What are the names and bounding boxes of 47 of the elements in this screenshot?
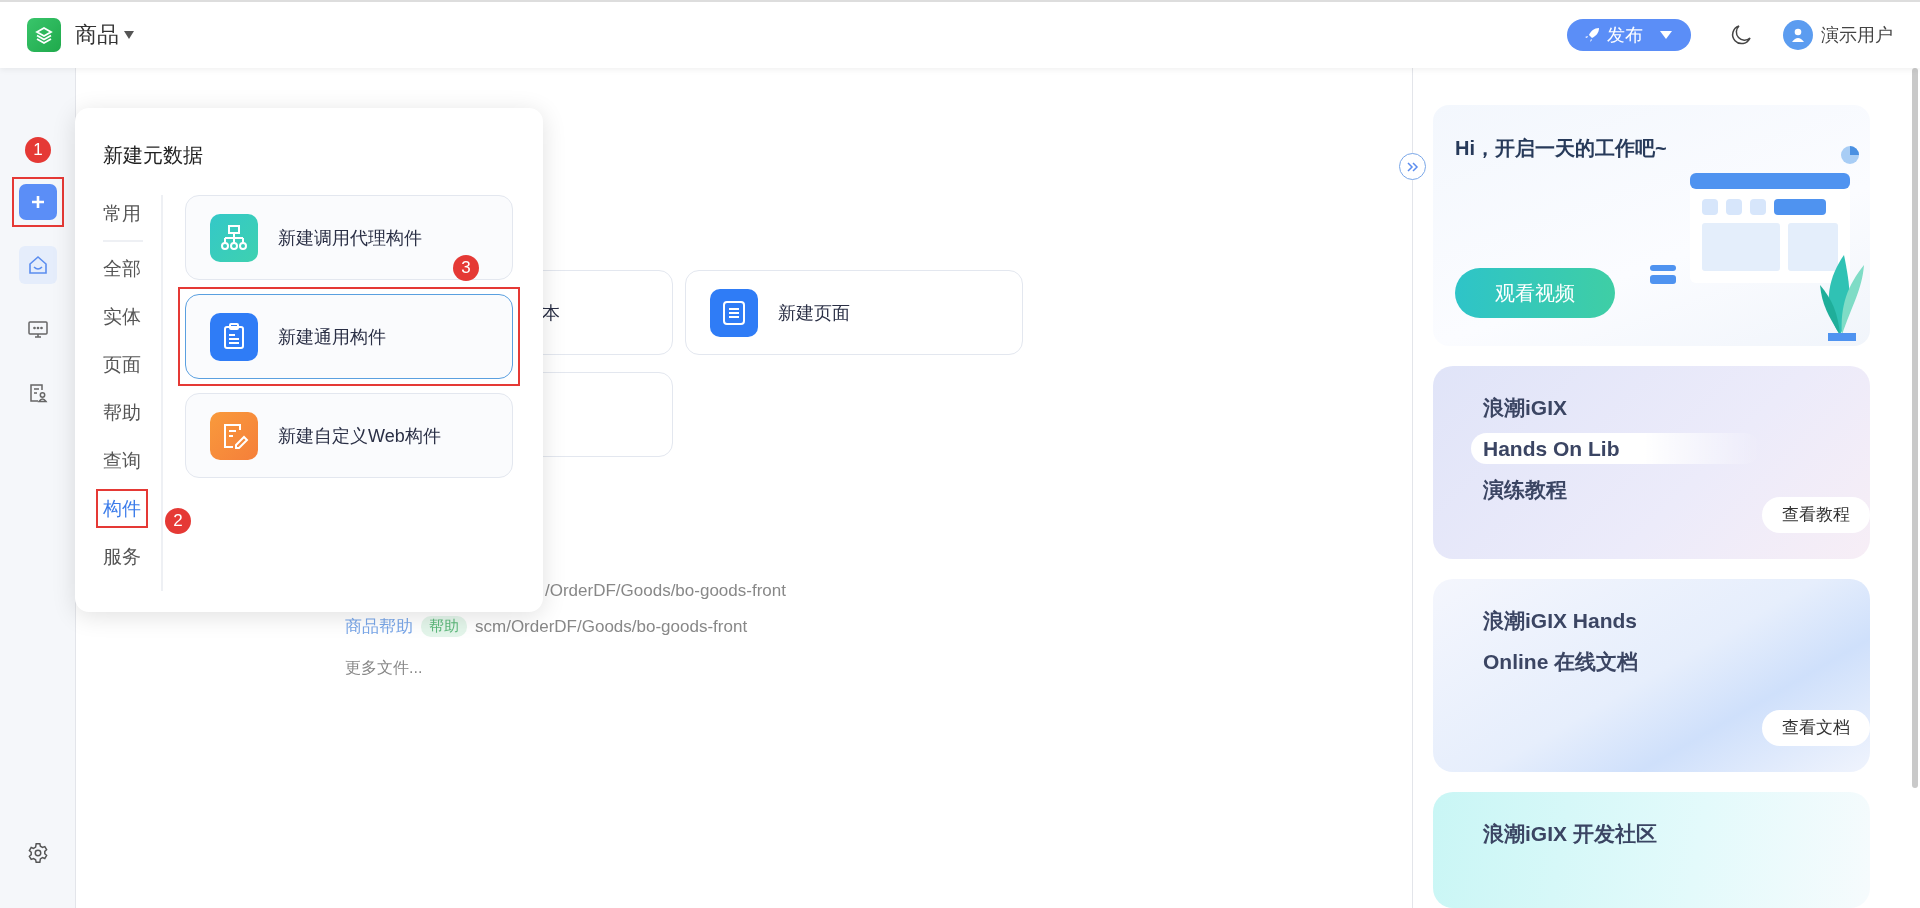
greeting-text: Hi，开启一天的工作吧~ bbox=[1455, 136, 1668, 161]
edit-document-icon bbox=[210, 411, 258, 460]
create-option[interactable]: 新建通用构件 bbox=[185, 294, 513, 379]
avatar-icon bbox=[1783, 20, 1813, 50]
category-tab[interactable]: 构件 bbox=[103, 496, 141, 521]
rocket-icon bbox=[1583, 26, 1601, 44]
add-button[interactable] bbox=[18, 184, 57, 220]
promo-title: 浪潮iGIX 开发社区 bbox=[1483, 820, 1657, 847]
org-chart-icon bbox=[210, 213, 258, 262]
collapse-button[interactable] bbox=[1399, 153, 1426, 180]
app-switcher[interactable]: 商品 bbox=[75, 20, 135, 50]
user-menu[interactable]: 演示用户 bbox=[1783, 20, 1893, 50]
logo-icon bbox=[27, 18, 61, 52]
category-tab[interactable]: 页面 bbox=[103, 352, 141, 377]
category-tab[interactable]: 实体 bbox=[103, 304, 141, 329]
double-chevron-icon bbox=[1405, 160, 1420, 173]
view-button[interactable]: 查看文档 bbox=[1762, 709, 1870, 746]
monitor-icon bbox=[26, 318, 49, 340]
settings-icon[interactable] bbox=[26, 842, 49, 864]
promo-title: 浪潮iGIX bbox=[1483, 395, 1567, 422]
category-tab[interactable]: 查询 bbox=[103, 448, 141, 473]
home-icon bbox=[26, 254, 49, 276]
caret-icon bbox=[123, 30, 135, 40]
clipboard-icon bbox=[210, 312, 258, 361]
category-tab[interactable]: 全部 bbox=[103, 256, 141, 281]
card-label: 本 bbox=[542, 301, 560, 325]
file-path: /OrderDF/Goods/bo-goods-front bbox=[545, 581, 786, 601]
file-path: scm/OrderDF/Goods/bo-goods-front bbox=[475, 616, 748, 637]
card-label: 新建页面 bbox=[778, 301, 850, 325]
create-option[interactable]: 新建自定义Web构件 bbox=[185, 393, 513, 478]
promo-title: Online 在线文档 bbox=[1483, 648, 1639, 675]
moon-icon[interactable] bbox=[1729, 23, 1753, 47]
scrollbar[interactable] bbox=[1912, 68, 1918, 788]
view-button[interactable]: 查看教程 bbox=[1762, 496, 1870, 533]
category-tab[interactable]: 服务 bbox=[103, 544, 141, 569]
promo-title: 浪潮iGIX Hands bbox=[1483, 607, 1638, 634]
sidebar-item[interactable] bbox=[18, 246, 57, 284]
plus-icon bbox=[29, 194, 46, 210]
category-tab[interactable]: 帮助 bbox=[103, 400, 141, 425]
type-tag: 帮助 bbox=[421, 616, 467, 637]
create-card[interactable]: 新建页面 bbox=[685, 270, 1023, 355]
popup-title: 新建元数据 bbox=[103, 143, 204, 168]
caret-icon bbox=[1659, 30, 1673, 40]
promo-title: 演练教程 bbox=[1483, 477, 1567, 504]
more-files-link[interactable]: 更多文件... bbox=[345, 658, 1412, 679]
category-tab[interactable]: 常用 bbox=[103, 201, 141, 226]
document-icon bbox=[710, 288, 758, 337]
